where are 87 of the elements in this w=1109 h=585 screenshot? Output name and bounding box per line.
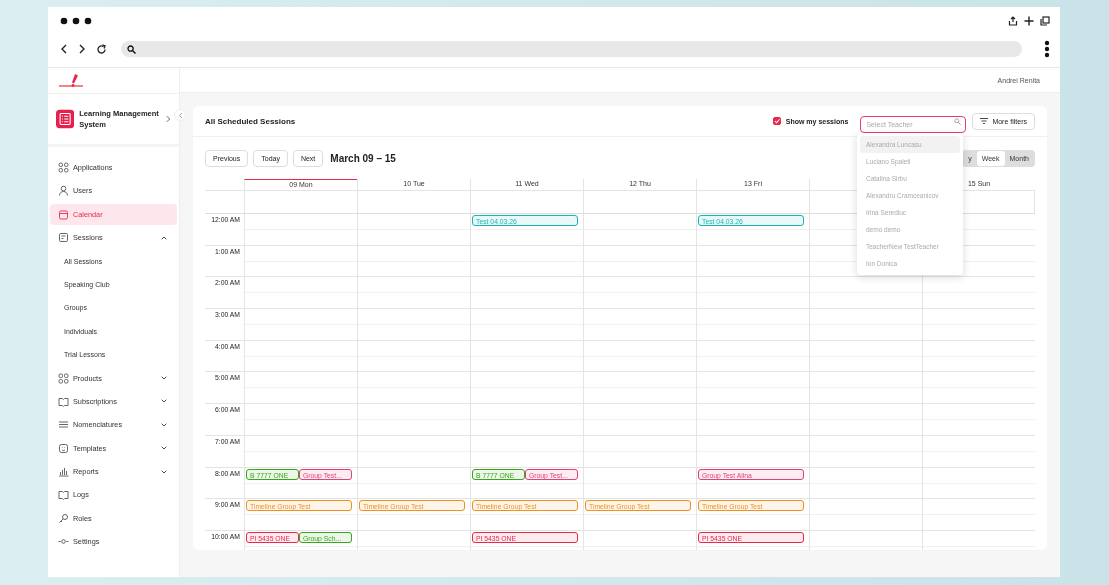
- calendar-cell[interactable]: [357, 372, 470, 404]
- app-logo-icon: [56, 109, 75, 129]
- calendar-cell[interactable]: [583, 340, 696, 372]
- calendar-cell[interactable]: [470, 372, 583, 404]
- sessions-icon: [58, 232, 69, 244]
- window-dots-icon: [60, 16, 94, 25]
- calendar-cell[interactable]: [244, 340, 357, 372]
- calendar-cell[interactable]: [470, 340, 583, 372]
- plus-icon[interactable]: [1024, 15, 1034, 26]
- share-icon[interactable]: [1008, 15, 1018, 26]
- calendar-cell[interactable]: [922, 467, 1035, 499]
- calendar-cell[interactable]: [357, 340, 470, 372]
- calendar-cell[interactable]: [809, 404, 922, 435]
- calendar-cell[interactable]: [922, 277, 1035, 309]
- calendar-cell[interactable]: [809, 435, 922, 467]
- address-bar[interactable]: [121, 41, 1022, 57]
- tabs-icon[interactable]: [1040, 15, 1050, 26]
- calendar-cell[interactable]: [357, 214, 470, 245]
- calendar-cell[interactable]: [583, 245, 696, 277]
- calendar-cell[interactable]: [244, 435, 357, 467]
- calendar-cell[interactable]: [809, 467, 922, 499]
- filter-icon: [980, 118, 989, 124]
- calendar-cell[interactable]: [244, 404, 357, 435]
- calendar-cell[interactable]: [357, 309, 470, 340]
- list-icon: [58, 419, 69, 431]
- chevron-right-icon[interactable]: [166, 115, 171, 123]
- card-title: All Scheduled Sessions: [205, 116, 296, 126]
- chevron-left-icon: [177, 111, 183, 119]
- calendar-cell[interactable]: [583, 467, 696, 499]
- key-icon: [58, 512, 69, 524]
- calendar-cell[interactable]: [357, 277, 470, 309]
- calendar-cell[interactable]: [583, 309, 696, 340]
- calendar-cell[interactable]: [244, 245, 357, 277]
- calendar-cell[interactable]: [922, 435, 1035, 467]
- calendar-cell[interactable]: [244, 277, 357, 309]
- calendar-cell[interactable]: [809, 499, 922, 530]
- calendar-cell[interactable]: [357, 245, 470, 277]
- calendar-cell[interactable]: [470, 435, 583, 467]
- calendar-cell[interactable]: [357, 467, 470, 499]
- apps-icon: [58, 162, 69, 173]
- calendar-cell[interactable]: [696, 245, 809, 277]
- calendar-cell[interactable]: [583, 435, 696, 467]
- search-icon: [954, 117, 962, 125]
- calendar-cell[interactable]: [696, 435, 809, 467]
- calendar-cell[interactable]: [696, 277, 809, 309]
- search-icon: [127, 44, 136, 54]
- book-icon: [58, 395, 69, 407]
- collapse-button[interactable]: [174, 109, 186, 121]
- calendar-cell[interactable]: [809, 309, 922, 340]
- calendar-cell[interactable]: [696, 340, 809, 372]
- chart-icon: [58, 466, 69, 478]
- calendar-cell[interactable]: [244, 214, 357, 245]
- calendar-cell[interactable]: [470, 245, 583, 277]
- calendar-cell[interactable]: [470, 404, 583, 435]
- calendar-cell[interactable]: [809, 277, 922, 309]
- calendar-cell[interactable]: [583, 404, 696, 435]
- calendar-cell[interactable]: [583, 214, 696, 245]
- calendar-cell[interactable]: [583, 277, 696, 309]
- calendar-cell[interactable]: [696, 309, 809, 340]
- calendar-cell[interactable]: [922, 404, 1035, 435]
- back-icon[interactable]: [60, 44, 68, 54]
- calendar-cell[interactable]: [922, 309, 1035, 340]
- calendar-cell[interactable]: [696, 372, 809, 404]
- template-icon: [58, 442, 69, 454]
- calendar-cell[interactable]: [809, 372, 922, 404]
- grid-icon: [58, 372, 69, 384]
- calendar-cell[interactable]: [922, 499, 1035, 530]
- calendar-cell[interactable]: [922, 340, 1035, 372]
- calendar-cell[interactable]: [696, 404, 809, 435]
- user-icon: [58, 185, 69, 197]
- checkbox[interactable]: [772, 117, 781, 125]
- calendar-cell[interactable]: [922, 372, 1035, 404]
- calendar-cell[interactable]: [583, 372, 696, 404]
- forward-icon[interactable]: [78, 44, 86, 54]
- calendar-cell[interactable]: [244, 372, 357, 404]
- calendar-cell[interactable]: [470, 309, 583, 340]
- book-icon: [58, 489, 69, 501]
- calendar-icon: [58, 208, 69, 220]
- calendar-cell[interactable]: [244, 309, 357, 340]
- calendar-cell[interactable]: [357, 435, 470, 467]
- reload-icon[interactable]: [96, 43, 107, 55]
- date-range: March 09 – 15: [330, 152, 396, 164]
- calendar-cell[interactable]: [809, 340, 922, 372]
- calendar-cell[interactable]: [470, 277, 583, 309]
- menu-icon[interactable]: [1044, 40, 1050, 58]
- logo-icon: [58, 72, 84, 89]
- calendar-cell[interactable]: [357, 404, 470, 435]
